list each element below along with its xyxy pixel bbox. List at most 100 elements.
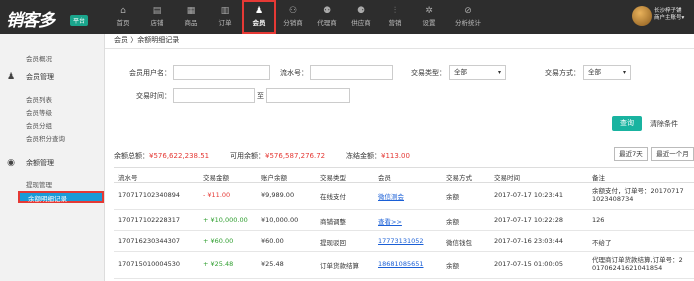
member-username-input[interactable] <box>173 65 270 80</box>
nav-goods[interactable]: ▦ 商品 <box>174 0 208 34</box>
frozen-amount-label: 冻结金额： <box>346 152 381 160</box>
supplier-icon: ⚈ <box>356 6 366 16</box>
cell-balance: ¥25.48 <box>261 260 284 268</box>
cell-note: 126 <box>592 216 605 224</box>
user-menu[interactable]: 长沙梓子铺 商户主账号▾ <box>632 5 694 29</box>
cell-time: 2017-07-17 10:22:28 <box>494 216 564 224</box>
nav-marketing[interactable]: ⫶ 营销 <box>378 0 412 34</box>
nav-supplier[interactable]: ⚈ 供应商 <box>344 0 378 34</box>
nav-analytics[interactable]: ⊘ 分析统计 <box>446 0 490 34</box>
store-icon: ▤ <box>152 6 162 16</box>
total-balance-value: ¥576,622,238.51 <box>149 152 210 160</box>
clear-filters-button[interactable]: 清除条件 <box>650 119 678 129</box>
nav-order[interactable]: ▥ 订单 <box>208 0 242 34</box>
nav-label: 供应商 <box>351 19 371 27</box>
cell-member-link[interactable]: 18681085651 <box>378 260 424 268</box>
order-icon: ▥ <box>220 6 230 16</box>
col-time: 交易时间 <box>494 174 520 182</box>
trade-method-label: 交易方式： <box>545 69 580 77</box>
serial-input[interactable] <box>310 65 393 80</box>
col-balance: 账户余额 <box>261 174 287 182</box>
cell-time: 2017-07-15 01:00:05 <box>494 260 564 268</box>
nav-label: 代理商 <box>317 19 337 27</box>
table-row: 170717102228317 + ¥10,000.00 ¥10,000.00 … <box>114 210 694 231</box>
user-role: 商户主账号▾ <box>654 15 685 21</box>
cell-type: 订单货款结算 <box>320 262 359 270</box>
nav-label: 分析统计 <box>455 19 481 27</box>
sidebar-group-member[interactable]: 会员管理 <box>26 72 54 82</box>
member-group-icon: ♟ <box>6 72 16 82</box>
sidebar-item-member-level[interactable]: 会员等级 <box>26 107 52 117</box>
cell-balance: ¥60.00 <box>261 237 284 245</box>
query-button[interactable]: 查询 <box>612 116 642 131</box>
cell-method: 余额 <box>446 218 459 226</box>
logo-badge: 平台 <box>70 15 89 26</box>
main-nav: ⌂ 首页 ▤ 店铺 ▦ 商品 ▥ 订单 ♟ 会员 ⚇ 分销商 ⚉ 代理商 ⚈ 供应商 ⫶ 营销 ✲… <box>106 0 490 34</box>
last-month-button[interactable]: 最近一个月 <box>651 147 694 161</box>
sidebar: 会员概况 ♟ 会员管理 会员列表 会员等级 会员分组 会员积分查询 ◉ 余额管理… <box>0 34 105 281</box>
sidebar-item-member-list[interactable]: 会员列表 <box>26 94 52 104</box>
table-row: 170715010004530 + ¥25.48 ¥25.48 订单货款结算 1… <box>114 252 694 279</box>
sidebar-item-overview[interactable]: 会员概况 <box>26 53 52 63</box>
chevron-down-icon: ▾ <box>622 69 626 76</box>
table-row: 170716230344307 + ¥60.00 ¥60.00 提现驳回 177… <box>114 231 694 252</box>
nav-label: 商品 <box>184 19 198 27</box>
nav-label: 订单 <box>218 19 232 27</box>
marketing-icon: ⫶ <box>393 6 397 16</box>
nav-label: 设置 <box>422 19 436 27</box>
nav-store[interactable]: ▤ 店铺 <box>140 0 174 34</box>
top-bar: 销客多 平台 ⌂ 首页 ▤ 店铺 ▦ 商品 ▥ 订单 ♟ 会员 ⚇ 分销商 ⚉ 代理商 ⚈ 供应… <box>0 0 694 34</box>
user-name: 长沙梓子铺 商户主账号▾ <box>654 8 684 22</box>
cell-serial: 170717102340894 <box>118 191 181 199</box>
nav-agent[interactable]: ⚉ 代理商 <box>310 0 344 34</box>
nav-label: 分销商 <box>283 19 303 27</box>
total-balance: 余额总额：¥576,622,238.51 <box>114 151 209 161</box>
cell-member-link[interactable]: 17773131052 <box>378 237 424 245</box>
cell-method: 余额 <box>446 193 459 201</box>
trade-type-select[interactable]: 全部 ▾ <box>449 65 506 80</box>
last-7-days-button[interactable]: 最近7天 <box>614 147 648 161</box>
sidebar-item-withdraw[interactable]: 提现管理 <box>26 179 52 189</box>
settings-icon: ✲ <box>425 6 433 16</box>
logo[interactable]: 销客多 平台 <box>6 6 106 31</box>
cell-balance: ¥9,989.00 <box>261 191 295 199</box>
user-shop-name: 长沙梓子铺 <box>654 8 682 14</box>
end-time-input[interactable] <box>266 88 350 103</box>
serial-label: 流水号： <box>280 69 308 77</box>
nav-distributor[interactable]: ⚇ 分销商 <box>276 0 310 34</box>
table-header: 流水号 交易金额 账户余额 交易类型 会员 交易方式 交易时间 备注 <box>114 167 694 183</box>
cell-member-link[interactable]: 微信测会 <box>378 191 404 201</box>
frozen-amount: 冻结金额：¥113.00 <box>346 151 410 161</box>
cell-note: 余额支付，订单号：20170717 1023408734 <box>592 187 684 203</box>
agent-icon: ⚉ <box>322 6 332 16</box>
available-balance-label: 可用余额： <box>230 152 265 160</box>
cell-member-link[interactable]: 查看>> <box>378 216 402 226</box>
col-amount: 交易金额 <box>203 174 229 182</box>
cell-serial: 170715010004530 <box>118 260 181 268</box>
nav-label: 营销 <box>388 19 402 27</box>
breadcrumb: 会员 〉余额明细记录 <box>114 36 180 44</box>
nav-member[interactable]: ♟ 会员 <box>242 0 276 34</box>
start-time-input[interactable] <box>173 88 255 103</box>
sidebar-item-member-group[interactable]: 会员分组 <box>26 120 52 130</box>
frozen-amount-value: ¥113.00 <box>381 152 410 160</box>
cell-time: 2017-07-17 10:23:41 <box>494 191 564 199</box>
total-balance-label: 余额总额： <box>114 152 149 160</box>
nav-settings[interactable]: ✲ 设置 <box>412 0 446 34</box>
available-balance: 可用余额：¥576,587,276.72 <box>230 151 325 161</box>
goods-icon: ▦ <box>186 6 196 16</box>
nav-home[interactable]: ⌂ 首页 <box>106 0 140 34</box>
trade-type-value: 全部 <box>454 68 467 76</box>
col-serial: 流水号 <box>118 174 138 182</box>
sidebar-item-balance-records[interactable]: 余额明细记录 <box>18 191 104 203</box>
sidebar-item-member-points[interactable]: 会员积分查询 <box>26 133 65 143</box>
home-icon: ⌂ <box>120 6 126 16</box>
trade-method-select[interactable]: 全部 ▾ <box>583 65 631 80</box>
cell-balance: ¥10,000.00 <box>261 216 299 224</box>
sidebar-group-balance[interactable]: 余额管理 <box>26 158 54 168</box>
cell-method: 余额 <box>446 262 459 270</box>
cell-time: 2017-07-16 23:03:44 <box>494 237 564 245</box>
member-username-label: 会员用户名： <box>129 69 171 77</box>
analytics-icon: ⊘ <box>464 6 472 16</box>
col-type: 交易类型 <box>320 174 346 182</box>
